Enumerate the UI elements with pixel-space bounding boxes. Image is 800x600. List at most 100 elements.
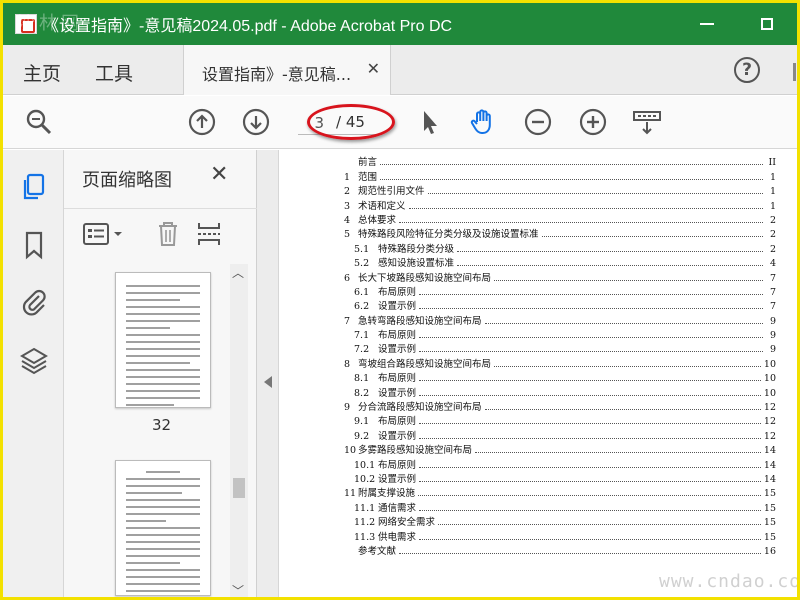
toc-number: 1 (344, 171, 351, 183)
toc-row[interactable]: 6 长大下坡路段感知设施空间布局 7 (344, 269, 776, 284)
thumbnail-scrollbar[interactable]: ︿ ﹀ (230, 264, 248, 597)
toc-row[interactable]: 10 多雾路段感知设施空间布局 14 (344, 442, 776, 456)
toc-leader-dots (438, 524, 761, 526)
tab-close-button[interactable]: ✕ (367, 59, 380, 78)
toc-page-number: 2 (769, 229, 776, 241)
toc-row[interactable]: 1 范围 1 (344, 168, 776, 183)
select-cursor-icon[interactable] (413, 106, 445, 138)
menu-home[interactable]: 主页 (23, 59, 61, 86)
panel-close-button[interactable]: ✕ (210, 162, 228, 187)
toc-page-number: 12 (763, 430, 776, 442)
toc-title: 布局原则 (378, 459, 417, 471)
page-thumbnails-icon[interactable] (19, 172, 49, 202)
bookmark-icon[interactable] (19, 230, 49, 260)
page-display-icon[interactable] (631, 106, 663, 138)
scrollbar-thumb[interactable] (233, 478, 245, 498)
toc-row[interactable]: 5.1 特殊路段分类分级 2 (344, 240, 776, 255)
toc-page-number: 1 (769, 171, 776, 183)
toc-page-number: 12 (763, 416, 776, 428)
toc-row[interactable]: 11.2 网络安全需求 15 (344, 514, 776, 528)
toc-row[interactable]: 9 分合流路段感知设施空间布局 12 (344, 399, 776, 413)
toc-leader-dots (419, 480, 761, 482)
toc-row[interactable]: 8 弯坡组合路段感知设施空间布局 10 (344, 355, 776, 370)
toc-title: 布局原则 (378, 373, 417, 385)
toc-row[interactable]: 7.2 设置示例 9 (344, 341, 776, 355)
menu-tools[interactable]: 工具 (95, 59, 133, 86)
toc-title: 布局原则 (378, 330, 417, 342)
toc-title: 设置示例 (378, 301, 417, 313)
toc-leader-dots (419, 538, 761, 540)
maximize-button[interactable] (737, 3, 797, 45)
toc-title: 设置示例 (378, 344, 417, 356)
minimize-button[interactable] (677, 3, 737, 45)
hand-tool-icon[interactable] (467, 106, 499, 138)
toc-row[interactable]: 11.3 供电需求 15 (344, 528, 776, 543)
toc-row[interactable]: 5 特殊路段风险特征分类分级及设施设置标准 2 (344, 226, 776, 240)
scroll-down-icon[interactable]: ﹀ (232, 582, 244, 597)
toc-number: 7.1 (354, 330, 370, 342)
toc-page-number: 15 (763, 531, 776, 543)
toc-number: 5 (344, 229, 351, 241)
panel-toolbar (64, 208, 257, 256)
toc-title: 前言 (358, 157, 378, 169)
toc-number: 10.2 (354, 473, 376, 485)
toc-row[interactable]: 6.1 布局原则 7 (344, 284, 776, 298)
toc-row[interactable]: 7 急转弯路段感知设施空间布局 9 (344, 312, 776, 327)
toc-row[interactable]: 11.1 通信需求 15 (344, 499, 776, 514)
toc-leader-dots (457, 265, 763, 267)
page-thumbnail-33[interactable] (115, 460, 211, 596)
toc-row[interactable]: 前言 II (344, 154, 776, 168)
toc-row[interactable]: 8.1 布局原则 10 (344, 370, 776, 384)
toc-title: 网络安全需求 (378, 517, 436, 529)
toc-row[interactable]: 参考文献 16 (344, 543, 776, 557)
tab-label: 设置指南》-意见稿... (202, 65, 352, 84)
toc-row[interactable]: 4 总体要求 2 (344, 212, 776, 226)
toc-row[interactable]: 7.1 布局原则 9 (344, 327, 776, 341)
toc-page-number: 1 (769, 200, 776, 212)
next-page-icon[interactable] (240, 106, 272, 138)
toc-row[interactable]: 3 术语和定义 1 (344, 197, 776, 212)
document-tab[interactable]: 设置指南》-意见稿... ✕ (183, 45, 391, 95)
page-thumbnail-32[interactable] (115, 272, 211, 408)
toc-number: 8 (344, 358, 351, 370)
toc-number: 9.1 (354, 416, 370, 428)
attachment-icon[interactable] (19, 287, 49, 317)
toc-title: 布局原则 (378, 286, 417, 298)
toc-row[interactable]: 10.2 设置示例 14 (344, 471, 776, 485)
thumbnail-options-icon[interactable] (82, 221, 128, 251)
toc-leader-dots (484, 322, 763, 324)
toc-number: 9 (344, 402, 351, 414)
toc-row[interactable]: 2 规范性引用文件 1 (344, 183, 776, 197)
toc-row[interactable]: 9.2 设置示例 12 (344, 427, 776, 442)
delete-page-icon[interactable] (154, 220, 182, 252)
toc-number: 11.1 (354, 502, 376, 514)
toc-number: 11.2 (354, 517, 376, 529)
toc-title: 附属支撑设施 (358, 488, 416, 500)
document-viewport[interactable]: 前言 II 1 范围 1 2 规范性引用文件 1 3 术语和定义 1 4 总体要求 2 5 特殊路段风险特征分… (280, 150, 797, 597)
toc-leader-dots (457, 250, 763, 252)
toc-leader-dots (419, 293, 763, 295)
previous-page-icon[interactable] (186, 106, 218, 138)
toc-number: 7 (344, 315, 351, 327)
scroll-up-icon[interactable]: ︿ (232, 264, 244, 281)
toc-row[interactable]: 8.2 设置示例 10 (344, 384, 776, 399)
toc-row[interactable]: 11 附属支撑设施 15 (344, 485, 776, 499)
toc-row[interactable]: 9.1 布局原则 12 (344, 413, 776, 427)
help-icon[interactable]: ? (734, 57, 760, 83)
toc-leader-dots (419, 437, 761, 439)
zoom-in-icon[interactable] (577, 106, 609, 138)
toc-row[interactable]: 5.2 感知设施设置标准 4 (344, 255, 776, 269)
collapse-panel-icon[interactable] (264, 376, 272, 388)
zoom-out-icon[interactable] (522, 106, 554, 138)
toc-page-number: 14 (763, 473, 776, 485)
extract-pages-icon[interactable] (195, 220, 223, 252)
panel-collapse-strip[interactable] (257, 150, 279, 597)
toc-row[interactable]: 10.1 布局原则 14 (344, 456, 776, 471)
search-zoom-icon[interactable] (23, 106, 55, 138)
toc-row[interactable]: 6.2 设置示例 7 (344, 298, 776, 312)
layers-icon[interactable] (19, 346, 49, 376)
toc-leader-dots (380, 164, 763, 166)
toc-title: 特殊路段分类分级 (378, 243, 455, 255)
toc-title: 长大下坡路段感知设施空间布局 (358, 272, 492, 284)
toc-title: 术语和定义 (358, 200, 406, 212)
